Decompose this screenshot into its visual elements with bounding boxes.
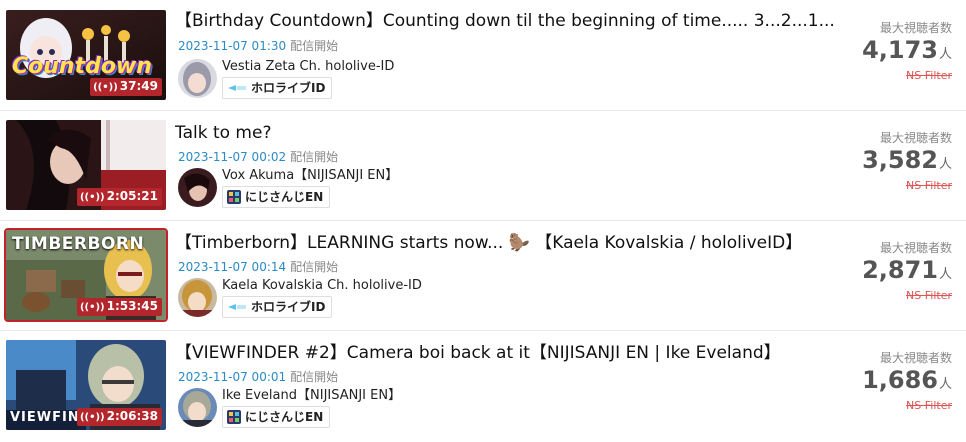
start-label: 配信開始 xyxy=(290,370,339,384)
stream-meta: 2023-11-07 00:02 配信開始 xyxy=(178,149,338,165)
max-viewers-count: 1,686 xyxy=(862,366,938,394)
channel-avatar[interactable] xyxy=(178,59,217,98)
stream-thumbnail[interactable]: VIEWFINDE ((•)) 2:06:38 xyxy=(6,340,166,430)
max-viewers-label: 最大視聴者数 xyxy=(879,21,952,35)
viewer-stat: 最大視聴者数 3,582人 NS Filter xyxy=(842,130,952,193)
viewers-unit: 人 xyxy=(938,267,952,282)
stream-meta: 2023-11-07 00:14 配信開始 xyxy=(178,259,338,275)
max-viewers-label: 最大視聴者数 xyxy=(879,131,952,145)
start-label: 配信開始 xyxy=(290,260,339,274)
viewer-stat: 最大視聴者数 4,173人 NS Filter xyxy=(842,20,952,83)
viewers-unit: 人 xyxy=(938,157,952,172)
stream-row[interactable]: Countdown ((•)) 37:49 【Birthday Countdown… xyxy=(0,0,966,110)
duration-badge: ((•)) 2:05:21 xyxy=(76,188,162,206)
stream-thumbnail[interactable]: Countdown ((•)) 37:49 xyxy=(6,10,166,100)
channel-name[interactable]: Ike Eveland【NIJISANJI EN】 xyxy=(222,388,401,404)
viewer-stat: 最大視聴者数 2,871人 NS Filter xyxy=(842,240,952,303)
stream-row[interactable]: TIMBERBORN ((•)) 1:53:45 【Timberborn】LEAR… xyxy=(0,220,966,330)
stream-title[interactable]: 【Timberborn】LEARNING starts now... 🦫 【Ka… xyxy=(175,232,802,254)
channel-name[interactable]: Vestia Zeta Ch. hololive-ID xyxy=(222,59,394,75)
agency-name: ホロライブID xyxy=(251,300,326,314)
duration-text: 2:06:38 xyxy=(106,409,158,423)
thumbnail-title-text: TIMBERBORN xyxy=(12,234,145,254)
duration-badge: ((•)) 2:06:38 xyxy=(76,408,162,426)
stream-title[interactable]: 【Birthday Countdown】Counting down til th… xyxy=(175,10,835,32)
ns-filter-label[interactable]: NS Filter xyxy=(842,399,952,413)
nijisanji-logo-icon xyxy=(227,410,241,424)
max-viewers-count: 3,582 xyxy=(862,146,938,174)
duration-text: 37:49 xyxy=(119,79,158,93)
live-broadcast-icon: ((•)) xyxy=(79,192,105,203)
thumbnail-title-text: Countdown xyxy=(12,54,152,79)
start-datetime[interactable]: 2023-11-07 00:02 xyxy=(178,150,286,164)
hololive-logo-icon xyxy=(228,304,246,310)
channel-name[interactable]: Vox Akuma【NIJISANJI EN】 xyxy=(222,168,398,184)
start-datetime[interactable]: 2023-11-07 01:30 xyxy=(178,39,286,53)
start-label: 配信開始 xyxy=(290,150,339,164)
viewer-stat: 最大視聴者数 1,686人 NS Filter xyxy=(842,350,952,413)
start-datetime[interactable]: 2023-11-07 00:14 xyxy=(178,260,286,274)
viewers-unit: 人 xyxy=(938,377,952,392)
channel-avatar[interactable] xyxy=(178,278,217,317)
max-viewers-label: 最大視聴者数 xyxy=(879,351,952,365)
hololive-logo-icon xyxy=(228,85,246,91)
channel-avatar[interactable] xyxy=(178,388,217,427)
channel-avatar[interactable] xyxy=(178,168,217,207)
stream-row[interactable]: VIEWFINDE ((•)) 2:06:38 【VIEWFINDER #2】Ca… xyxy=(0,330,966,440)
max-viewers-count: 2,871 xyxy=(862,256,938,284)
start-datetime[interactable]: 2023-11-07 00:01 xyxy=(178,370,286,384)
agency-badge[interactable]: ホロライブID xyxy=(222,77,333,99)
stream-title[interactable]: Talk to me? xyxy=(175,122,271,144)
live-broadcast-icon: ((•)) xyxy=(79,302,105,313)
stream-thumbnail[interactable]: ((•)) 2:05:21 xyxy=(6,120,166,210)
stream-row[interactable]: ((•)) 2:05:21 Talk to me? 2023-11-07 00:0… xyxy=(0,110,966,220)
duration-badge: ((•)) 1:53:45 xyxy=(76,298,162,316)
ns-filter-label[interactable]: NS Filter xyxy=(842,179,952,193)
max-viewers-count: 4,173 xyxy=(862,36,938,64)
max-viewers-label: 最大視聴者数 xyxy=(879,241,952,255)
viewers-unit: 人 xyxy=(938,47,952,62)
agency-badge[interactable]: ホロライブID xyxy=(222,296,333,318)
agency-name: にじさんじEN xyxy=(245,190,324,204)
channel-name[interactable]: Kaela Kovalskia Ch. hololive-ID xyxy=(222,278,422,294)
duration-text: 1:53:45 xyxy=(106,299,158,313)
agency-badge[interactable]: にじさんじEN xyxy=(222,186,331,208)
agency-name: にじさんじEN xyxy=(245,410,324,424)
stream-meta: 2023-11-07 00:01 配信開始 xyxy=(178,369,338,385)
live-broadcast-icon: ((•)) xyxy=(93,82,118,93)
ns-filter-label[interactable]: NS Filter xyxy=(842,69,952,83)
ns-filter-label[interactable]: NS Filter xyxy=(842,289,952,303)
stream-thumbnail[interactable]: TIMBERBORN ((•)) 1:53:45 xyxy=(4,228,168,322)
stream-list: Countdown ((•)) 37:49 【Birthday Countdown… xyxy=(0,0,966,442)
start-label: 配信開始 xyxy=(290,39,339,53)
agency-name: ホロライブID xyxy=(251,81,326,95)
duration-badge: ((•)) 37:49 xyxy=(90,78,162,96)
stream-meta: 2023-11-07 01:30 配信開始 xyxy=(178,38,338,54)
agency-badge[interactable]: にじさんじEN xyxy=(222,406,331,428)
live-broadcast-icon: ((•)) xyxy=(79,412,105,423)
duration-text: 2:05:21 xyxy=(106,189,158,203)
stream-title[interactable]: 【VIEWFINDER #2】Camera boi back at it【NIJ… xyxy=(175,342,781,364)
nijisanji-logo-icon xyxy=(227,190,241,204)
